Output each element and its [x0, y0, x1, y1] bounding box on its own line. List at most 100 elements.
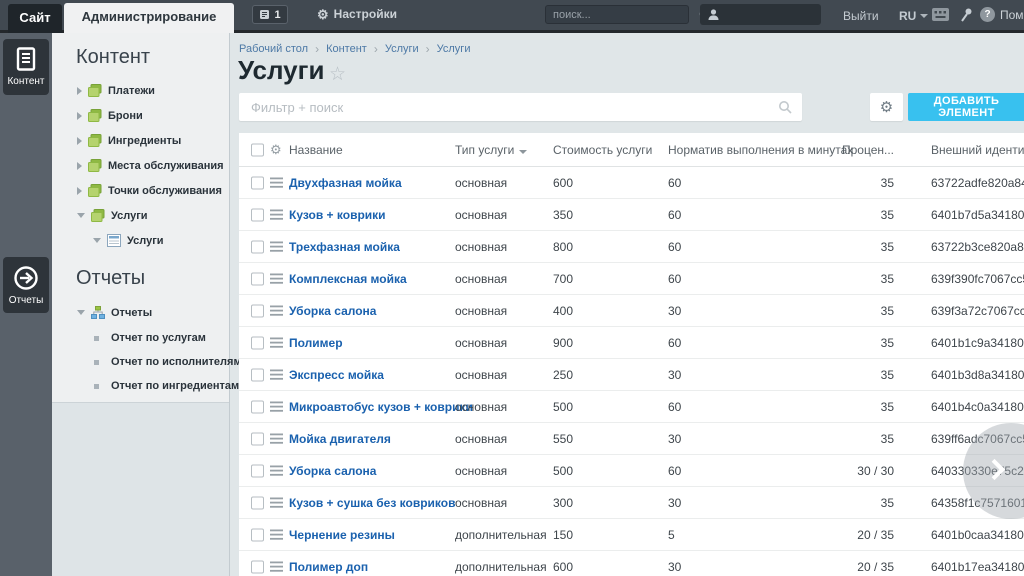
sidebar-report-item[interactable]: Отчет по ингредиентам: [52, 374, 239, 398]
row-checkbox[interactable]: [251, 272, 264, 285]
row-checkbox[interactable]: [251, 208, 264, 221]
tab-site[interactable]: Сайт: [8, 4, 62, 33]
row-menu-icon[interactable]: [270, 433, 283, 444]
user-button[interactable]: [700, 4, 821, 25]
row-menu-icon[interactable]: [270, 401, 283, 412]
row-checkbox[interactable]: [251, 368, 264, 381]
tab-admin[interactable]: Администрирование: [64, 3, 234, 33]
chevron-right-icon[interactable]: [77, 161, 82, 170]
breadcrumb-link[interactable]: Услуги: [437, 43, 471, 55]
row-name-link[interactable]: Мойка двигателя: [289, 432, 391, 446]
table-row: Полимер доп дополнительная 600 30 20 / 35 640…: [239, 551, 1024, 576]
breadcrumb-link[interactable]: Рабочий стол: [239, 43, 308, 55]
chevron-right-icon[interactable]: [77, 111, 82, 120]
row-checkbox[interactable]: [251, 400, 264, 413]
row-checkbox[interactable]: [251, 336, 264, 349]
row-checkbox[interactable]: [251, 528, 264, 541]
filter-search-input[interactable]: [239, 99, 778, 115]
sidebar-item-reports-root[interactable]: Отчеты: [52, 299, 229, 326]
chevron-right-icon[interactable]: [77, 86, 82, 95]
column-header-cost[interactable]: Стоимость услуги: [553, 143, 652, 157]
table-row: Уборка салона основная 500 60 30 / 30 6403303…: [239, 455, 1024, 487]
column-header-percent[interactable]: Процен...: [794, 143, 894, 157]
row-menu-icon[interactable]: [270, 177, 283, 188]
row-name-link[interactable]: Уборка салона: [289, 304, 376, 318]
row-name-link[interactable]: Полимер доп: [289, 560, 368, 574]
settings-button[interactable]: ⚙ Настройки: [317, 7, 397, 21]
select-all-checkbox[interactable]: [251, 143, 264, 156]
row-name-link[interactable]: Двухфазная мойка: [289, 176, 402, 190]
logout-link[interactable]: Выйти: [843, 9, 879, 23]
sidebar-item[interactable]: Услуги: [52, 203, 229, 228]
row-name-link[interactable]: Трехфазная мойка: [289, 240, 400, 254]
topbar-search: [545, 5, 711, 24]
row-menu-icon[interactable]: [270, 209, 283, 220]
notifications-button[interactable]: 1: [252, 5, 288, 24]
row-checkbox[interactable]: [251, 176, 264, 189]
row-checkbox[interactable]: [251, 560, 264, 573]
grid-columns-gear-icon[interactable]: ⚙: [270, 142, 282, 158]
row-menu-icon[interactable]: [270, 369, 283, 380]
sidebar-report-item[interactable]: Отчет по услугам: [52, 326, 229, 350]
row-percent: 35: [880, 303, 894, 318]
row-name-link[interactable]: Кузов + сушка без ковриков: [289, 496, 455, 510]
add-element-button[interactable]: ДОБАВИТЬ ЭЛЕМЕНТ: [908, 93, 1024, 121]
rail-item-reports[interactable]: Отчеты: [3, 257, 49, 313]
column-header-type[interactable]: Тип услуги: [455, 143, 528, 157]
row-menu-icon[interactable]: [270, 273, 283, 284]
chevron-right-icon[interactable]: [77, 186, 82, 195]
pin-icon[interactable]: [958, 7, 974, 28]
row-name-link[interactable]: Экспресс мойка: [289, 368, 384, 382]
favorite-star-icon[interactable]: ☆: [329, 63, 346, 86]
grid-header-row: ⚙ Название Тип услуги Стоимость услуги Н…: [239, 133, 1024, 167]
row-menu-icon[interactable]: [270, 337, 283, 348]
row-menu-icon[interactable]: [270, 241, 283, 252]
sidebar-item[interactable]: Точки обслуживания: [52, 178, 229, 203]
row-menu-icon[interactable]: [270, 465, 283, 476]
column-header-name[interactable]: Название: [289, 143, 343, 157]
row-checkbox[interactable]: [251, 432, 264, 445]
keyboard-icon[interactable]: [931, 7, 950, 27]
topbar-search-input[interactable]: [546, 8, 699, 21]
row-checkbox[interactable]: [251, 240, 264, 253]
row-checkbox[interactable]: [251, 496, 264, 509]
row-norm: 30: [668, 303, 682, 318]
chevron-right-icon[interactable]: [77, 136, 82, 145]
row-external-id: 6401b17ea341806a68: [931, 559, 1024, 574]
chevron-down-icon[interactable]: [77, 310, 85, 315]
row-menu-icon[interactable]: [270, 497, 283, 508]
breadcrumb-link[interactable]: Услуги: [385, 43, 419, 55]
row-menu-icon[interactable]: [270, 305, 283, 316]
column-header-external-id[interactable]: Внешний идентификатор: [931, 143, 1024, 157]
grid-settings-button[interactable]: ⚙: [870, 93, 903, 121]
row-name-link[interactable]: Чернение резины: [289, 528, 395, 542]
row-cost: 900: [553, 335, 574, 350]
row-menu-icon[interactable]: [270, 561, 283, 572]
row-name-link[interactable]: Полимер: [289, 336, 343, 350]
sidebar-subitem-uslugi[interactable]: Услуги: [52, 228, 229, 253]
row-menu-icon[interactable]: [270, 529, 283, 540]
sidebar-item[interactable]: Ингредиенты: [52, 128, 229, 153]
row-checkbox[interactable]: [251, 304, 264, 317]
row-percent: 20 / 35: [857, 559, 894, 574]
sidebar-item[interactable]: Брони: [52, 103, 229, 128]
help-button[interactable]: ? Помощь: [980, 7, 1024, 22]
breadcrumb-link[interactable]: Контент: [326, 43, 367, 55]
language-selector[interactable]: RU: [899, 9, 929, 23]
row-name-link[interactable]: Микроавтобус кузов + коврики: [289, 400, 473, 414]
sidebar-item[interactable]: Платежи: [52, 78, 229, 103]
chevron-down-icon[interactable]: [93, 238, 101, 243]
row-percent: 35: [880, 367, 894, 382]
sidebar-item[interactable]: Места обслуживания: [52, 153, 229, 178]
row-checkbox[interactable]: [251, 464, 264, 477]
sidebar-report-item[interactable]: Отчет по исполнителям: [52, 350, 242, 374]
chevron-down-icon[interactable]: [77, 213, 85, 218]
rail-item-content[interactable]: Контент: [3, 39, 49, 95]
arrow-circle-icon: [13, 265, 39, 291]
row-external-id: 63722b3ce820a840ba: [931, 239, 1024, 254]
chevron-down-icon: [920, 14, 929, 18]
row-name-link[interactable]: Кузов + коврики: [289, 208, 386, 222]
row-name-link[interactable]: Комплексная мойка: [289, 272, 407, 286]
row-name-link[interactable]: Уборка салона: [289, 464, 376, 478]
search-icon[interactable]: [778, 100, 792, 114]
